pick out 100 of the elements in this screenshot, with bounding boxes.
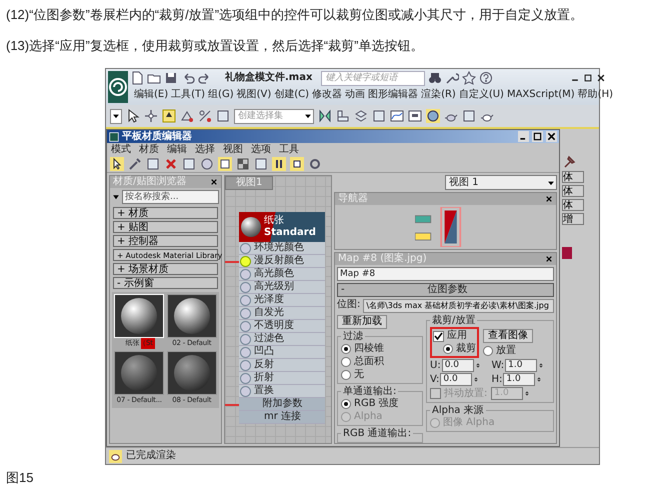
- number-field[interactable]: 0.0: [442, 359, 474, 372]
- radio-button[interactable]: [443, 344, 453, 354]
- radio-button[interactable]: [341, 399, 351, 409]
- view-image-button[interactable]: 查看图像: [483, 328, 533, 342]
- layers-icon[interactable]: [354, 109, 368, 123]
- close-icon[interactable]: [596, 73, 606, 83]
- node-slot[interactable]: 自发光: [239, 307, 325, 320]
- close-icon[interactable]: [546, 131, 557, 142]
- name-field[interactable]: Map #8: [337, 267, 554, 281]
- number-field[interactable]: 0.0: [440, 373, 472, 386]
- cursor-icon[interactable]: [110, 157, 124, 171]
- menu-item[interactable]: 图形编辑器: [368, 88, 418, 100]
- new-file-icon[interactable]: [130, 71, 144, 85]
- checker-icon[interactable]: [236, 157, 250, 171]
- menu-item[interactable]: 工具(T): [171, 88, 206, 100]
- mirror-icon[interactable]: [318, 109, 332, 123]
- node-slot[interactable]: 高光级别: [239, 281, 325, 294]
- menu-item[interactable]: 选项: [251, 144, 271, 156]
- menu-item[interactable]: 工具: [279, 144, 299, 156]
- cursor-icon[interactable]: [126, 109, 140, 123]
- close-icon[interactable]: [545, 255, 553, 263]
- dropdown[interactable]: [110, 108, 122, 124]
- node-rollout[interactable]: mr 连接: [239, 411, 325, 424]
- menu-item[interactable]: 视图: [223, 144, 243, 156]
- number-field[interactable]: 1.0: [503, 373, 536, 386]
- menu-item[interactable]: 自定义(U): [458, 88, 504, 100]
- menu-item[interactable]: 模式: [111, 144, 131, 156]
- menu-item[interactable]: 视图(V): [236, 88, 272, 100]
- link-icon[interactable]: [272, 157, 286, 171]
- help-icon[interactable]: [479, 71, 494, 85]
- node-slot[interactable]: 置换: [239, 385, 325, 398]
- color-swatch[interactable]: [562, 247, 572, 259]
- node-slot[interactable]: 高光颜色: [239, 268, 325, 281]
- eyedropper-icon[interactable]: [128, 157, 142, 171]
- menu-item[interactable]: 修改器: [312, 88, 342, 100]
- node-slot[interactable]: 反射: [239, 359, 325, 372]
- delete-icon[interactable]: [164, 157, 178, 171]
- node-slot[interactable]: 漫反射颜色: [239, 255, 325, 268]
- category-button[interactable]: + 场景材质: [113, 263, 218, 275]
- material-editor-icon[interactable]: [426, 109, 440, 123]
- close-icon[interactable]: [545, 195, 553, 203]
- minimize-icon[interactable]: [518, 131, 529, 142]
- node-slot[interactable]: 光泽度: [239, 294, 325, 307]
- close-icon[interactable]: [210, 178, 218, 186]
- menu-item[interactable]: 动画: [345, 88, 366, 100]
- binoculars-icon[interactable]: [428, 71, 442, 85]
- menu-item[interactable]: 选择: [195, 144, 215, 156]
- window-title: 礼物盒模文件.max: [225, 72, 312, 84]
- material-icon[interactable]: [200, 157, 214, 171]
- align-icon[interactable]: [336, 109, 350, 123]
- percent-snap-icon[interactable]: [198, 109, 212, 123]
- reload-button[interactable]: 重新加载: [337, 315, 387, 329]
- node-slot[interactable]: 环境光颜色: [239, 242, 325, 255]
- snap-icon[interactable]: [180, 109, 194, 123]
- radio-button[interactable]: [341, 344, 351, 354]
- category-button[interactable]: - 示例窗: [113, 277, 218, 289]
- command-button[interactable]: 体: [562, 199, 584, 211]
- menu-item[interactable]: 组(G): [208, 88, 234, 100]
- menu-item[interactable]: 创建(C): [274, 88, 310, 100]
- category-button[interactable]: + 控制器: [113, 235, 218, 247]
- bitmap-path-button[interactable]: \名师\3ds max 基础材质初学者必读\素材\图案.jpg: [363, 299, 554, 313]
- command-button[interactable]: 增: [562, 213, 584, 225]
- command-button[interactable]: 体: [562, 185, 584, 197]
- radio-button[interactable]: [483, 346, 493, 356]
- radio-button[interactable]: [341, 370, 351, 380]
- show-map-icon[interactable]: [218, 157, 232, 171]
- app-logo[interactable]: [108, 71, 128, 103]
- rollout-header[interactable]: - 位图参数: [337, 283, 554, 297]
- node-rollout[interactable]: 附加参数: [239, 398, 325, 411]
- hammer-icon[interactable]: [562, 155, 576, 169]
- node-slot[interactable]: 折射: [239, 372, 325, 385]
- maximize-icon[interactable]: [532, 131, 543, 142]
- view-dropdown[interactable]: 视图 1: [445, 175, 557, 190]
- node-slot[interactable]: 过滤色: [239, 333, 325, 346]
- panel-title: 材质/贴图浏览器: [113, 176, 186, 188]
- number-field[interactable]: 1.0: [505, 359, 538, 372]
- menu-item[interactable]: 材质: [139, 144, 159, 156]
- schematic-icon[interactable]: [408, 109, 422, 123]
- group-title: RGB 通道输出:: [342, 428, 412, 439]
- figure-caption: 图15: [5, 469, 34, 486]
- save-icon[interactable]: [164, 71, 178, 85]
- menu-item[interactable]: 渲染(R): [421, 88, 456, 100]
- curve-editor-icon[interactable]: [390, 109, 404, 123]
- menu-item[interactable]: MAXScript(M): [506, 88, 575, 100]
- node-slot[interactable]: 凹凸: [239, 346, 325, 359]
- command-button[interactable]: 体: [562, 171, 584, 183]
- parameter-icon[interactable]: [290, 157, 304, 171]
- node-slot[interactable]: 不透明度: [239, 320, 325, 333]
- category-button[interactable]: + 材质: [113, 207, 218, 219]
- menu-item[interactable]: 编辑(E): [134, 88, 168, 100]
- star-icon[interactable]: [462, 71, 476, 85]
- menu-item[interactable]: 编辑: [167, 144, 187, 156]
- editor-title: 平板材质编辑器: [122, 130, 192, 142]
- category-button[interactable]: + 贴图: [113, 221, 218, 233]
- search-field[interactable]: 按名称搜索...: [122, 190, 219, 204]
- move-icon[interactable]: [144, 109, 158, 123]
- checkbox[interactable]: [433, 330, 444, 342]
- select-icon[interactable]: [162, 109, 176, 123]
- maximize-icon[interactable]: [583, 73, 594, 83]
- radio-button[interactable]: [341, 357, 351, 367]
